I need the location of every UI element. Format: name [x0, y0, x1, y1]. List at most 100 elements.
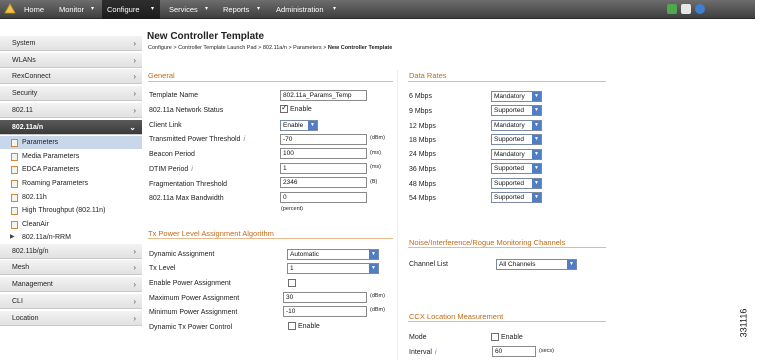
figure-number: 331116 — [738, 292, 765, 352]
fragmentation-threshold-input[interactable]: 2346 — [280, 177, 367, 188]
expand-arrow-icon[interactable]: ▶ — [10, 231, 15, 244]
dtim-period-input[interactable]: 1 — [280, 163, 367, 174]
max-bandwidth-input[interactable]: 0 — [280, 192, 367, 203]
nav-monitor[interactable]: Monitor — [55, 0, 88, 19]
max-power-label: Maximum Power Assignment — [149, 295, 240, 302]
help-icon[interactable] — [695, 4, 705, 14]
print-icon[interactable] — [681, 4, 691, 14]
sidebar-item-80211bgn[interactable]: 802.11b/g/n › — [0, 244, 142, 259]
chevron-right-icon: › — [133, 314, 136, 323]
breadcrumb-current: New Controller Template — [327, 45, 393, 51]
ccx-mode-checkbox[interactable] — [491, 333, 499, 341]
sidebar-item-rexconnect[interactable]: RexConnect › — [0, 69, 142, 84]
sidebar-item-mesh[interactable]: Mesh › — [0, 260, 142, 275]
tx-level-select[interactable]: 1 ▼ — [287, 263, 379, 274]
sidebar-subitem-parameters[interactable]: Parameters — [0, 136, 142, 149]
sidebar-item-label: RexConnect — [12, 73, 51, 80]
sidebar-subitem-cleanair[interactable]: CleanAir — [0, 218, 142, 231]
nav-administration[interactable]: Administration — [273, 0, 327, 19]
sidebar-subitem-roaming-parameters[interactable]: Roaming Parameters — [0, 177, 142, 190]
nav-reports-chevron-down-icon[interactable]: ▾ — [257, 0, 260, 19]
rate-12-select[interactable]: Mandatory ▼ — [491, 120, 542, 131]
sidebar-item-management[interactable]: Management › — [0, 277, 142, 292]
tpc-section-title: Tx Power Level Assignment Algorithm — [148, 229, 274, 238]
fragmentation-threshold-unit: (B) — [370, 179, 378, 185]
dynamic-assignment-select[interactable]: Automatic ▼ — [287, 249, 379, 260]
sidebar-subitem-label: CleanAir — [22, 221, 49, 228]
enable-power-assignment-checkbox[interactable] — [288, 279, 296, 287]
ccx-mode-label: Mode — [409, 334, 427, 341]
rate-value: Supported — [494, 194, 524, 201]
section-divider — [408, 81, 606, 82]
nav-home[interactable]: Home — [20, 0, 48, 19]
document-icon — [11, 139, 18, 147]
rate-48-select[interactable]: Supported ▼ — [491, 178, 542, 189]
dynamic-tx-power-checkbox[interactable] — [288, 322, 296, 330]
rate-label: 48 Mbps — [409, 181, 436, 188]
max-power-input[interactable]: 30 — [283, 292, 367, 303]
nav-monitor-chevron-down-icon[interactable]: ▾ — [91, 0, 94, 19]
cisco-logo-icon[interactable] — [4, 3, 16, 15]
rate-54-select[interactable]: Supported ▼ — [491, 192, 542, 203]
rate-value: Supported — [494, 136, 524, 143]
chevron-down-icon: ▼ — [567, 260, 576, 269]
channel-list-select[interactable]: All Channels ▼ — [496, 259, 577, 270]
dynamic-assignment-value: Automatic — [290, 251, 319, 258]
rate-18-select[interactable]: Supported ▼ — [491, 134, 542, 145]
sidebar-subitem-80211h[interactable]: 802.11h — [0, 191, 142, 204]
nav-configure-chevron-down-icon[interactable]: ▾ — [151, 0, 154, 19]
rate-24-select[interactable]: Mandatory ▼ — [491, 149, 542, 160]
info-icon[interactable]: i — [435, 349, 437, 356]
rate-value: Mandatory — [494, 93, 525, 100]
refresh-icon[interactable] — [667, 4, 677, 14]
rate-9-select[interactable]: Supported ▼ — [491, 105, 542, 116]
rate-6-select[interactable]: Mandatory ▼ — [491, 91, 542, 102]
figure-number-text: 331116 — [738, 308, 749, 338]
breadcrumb-trail[interactable]: Configure > Controller Template Launch P… — [148, 45, 326, 51]
nav-administration-chevron-down-icon[interactable]: ▾ — [333, 0, 336, 19]
info-icon[interactable]: i — [243, 136, 245, 143]
sidebar-item-label: Management — [12, 281, 53, 288]
client-link-label: Client Link — [149, 122, 182, 129]
sidebar-item-location[interactable]: Location › — [0, 311, 142, 326]
rate-36-select[interactable]: Supported ▼ — [491, 163, 542, 174]
rate-value: Supported — [494, 180, 524, 187]
sidebar-subitem-edca-parameters[interactable]: EDCA Parameters — [0, 163, 142, 176]
sidebar-subitem-media-parameters[interactable]: Media Parameters — [0, 150, 142, 163]
dynamic-tx-power-label: Dynamic Tx Power Control — [149, 324, 233, 331]
network-status-checkbox[interactable] — [280, 103, 288, 113]
sidebar-item-security[interactable]: Security › — [0, 86, 142, 101]
max-bandwidth-unit: (percent) — [281, 206, 304, 212]
nav-services-chevron-down-icon[interactable]: ▾ — [205, 0, 208, 19]
nav-reports[interactable]: Reports — [220, 0, 252, 19]
sidebar-item-label: CLI — [12, 298, 23, 305]
client-link-select[interactable]: Enable ▼ — [280, 120, 318, 131]
sidebar-subitem-rrm[interactable]: ▶ 802.11a/n-RRM — [0, 231, 142, 244]
section-divider — [148, 81, 393, 82]
chevron-down-icon: ⌄ — [129, 123, 136, 132]
sidebar-item-wlans[interactable]: WLANs › — [0, 53, 142, 68]
chevron-right-icon: › — [133, 72, 136, 81]
sidebar-subitem-label: Roaming Parameters — [22, 180, 89, 187]
sidebar-item-80211[interactable]: 802.11 › — [0, 103, 142, 118]
sidebar-subitem-label: 802.11h — [22, 194, 47, 201]
rate-label: 9 Mbps — [409, 108, 432, 115]
ccx-interval-input[interactable]: 60 — [492, 346, 536, 357]
tx-power-threshold-label-text: Transmitted Power Threshold — [149, 136, 241, 143]
sidebar-item-label: Mesh — [12, 264, 30, 271]
beacon-period-input[interactable]: 100 — [280, 148, 367, 159]
template-name-input[interactable]: 802.11a_Params_Temp — [280, 90, 367, 101]
nav-services[interactable]: Services — [166, 0, 201, 19]
rate-label: 24 Mbps — [409, 151, 436, 158]
sidebar-subitem-high-throughput[interactable]: High Throughput (802.11n) — [0, 204, 142, 217]
general-section-title: General — [148, 71, 175, 80]
sidebar-item-cli[interactable]: CLI › — [0, 294, 142, 309]
tx-power-threshold-input[interactable]: -70 — [280, 134, 367, 145]
info-icon[interactable]: i — [191, 166, 193, 173]
min-power-input[interactable]: -10 — [283, 306, 367, 317]
sidebar-item-80211an[interactable]: 802.11a/n ⌄ — [0, 120, 142, 135]
sidebar-subitem-label: Parameters — [22, 139, 59, 146]
chevron-right-icon: › — [133, 39, 136, 48]
sidebar-item-system[interactable]: System › — [0, 36, 142, 51]
sidebar-item-label: Security — [12, 90, 38, 97]
